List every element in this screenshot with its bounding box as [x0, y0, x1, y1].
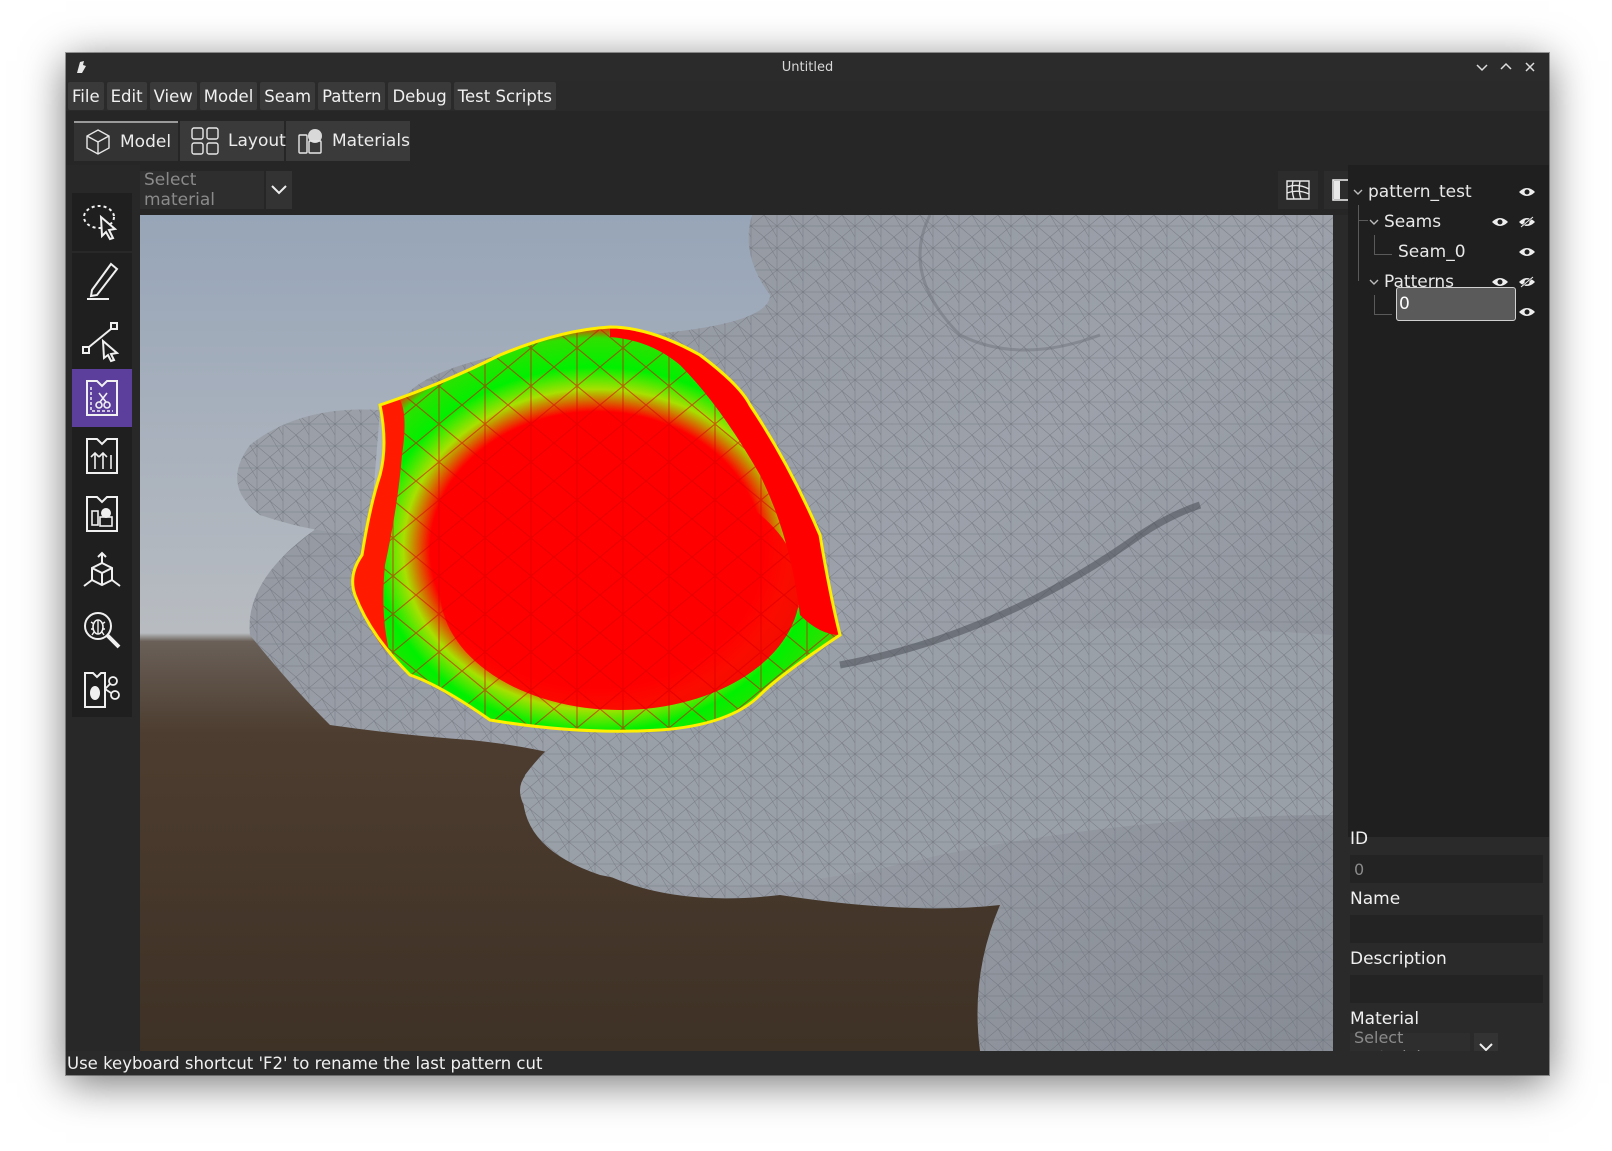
seam-tool-button[interactable]	[72, 311, 132, 369]
tree-item-seams[interactable]: Seams	[1368, 209, 1441, 235]
eye-icon[interactable]	[1491, 216, 1509, 228]
eye-icon[interactable]	[1518, 306, 1536, 318]
bug-pattern-icon	[84, 672, 120, 708]
pencil-icon	[87, 262, 119, 300]
cube-axes-icon	[83, 551, 121, 587]
menu-seam[interactable]: Seam	[260, 82, 316, 110]
name-field[interactable]	[1350, 915, 1543, 943]
window-title: Untitled	[781, 59, 834, 75]
menu-bar: File Edit View Model Seam Pattern Debug …	[66, 81, 1549, 111]
app-window: Untitled File Edit View Model Seam Patte…	[66, 53, 1549, 1075]
title-bar: Untitled	[66, 53, 1549, 81]
properties-panel: ID 0 Name Description Material Select ma…	[1348, 829, 1549, 1066]
tab-layout[interactable]: Layout	[180, 121, 286, 161]
viewport-material-select[interactable]: Select material	[140, 170, 264, 210]
pattern-cut-tool-button[interactable]	[72, 369, 132, 427]
tree-seam-0-label: Seam_0	[1398, 242, 1466, 262]
chevron-down-icon	[1353, 189, 1363, 195]
description-field[interactable]	[1350, 975, 1543, 1003]
pattern-grain-tool-button[interactable]	[72, 427, 132, 485]
tree-item-seam-0[interactable]: Seam_0	[1398, 239, 1466, 265]
debug-inspect-tool-button[interactable]	[72, 601, 132, 659]
tree-item-root[interactable]: pattern_test	[1352, 179, 1472, 205]
mesh-wireframe-toggle[interactable]	[1278, 171, 1318, 209]
eye-icon[interactable]	[1518, 246, 1536, 258]
tab-layout-label: Layout	[228, 131, 286, 151]
tree-connector	[1358, 221, 1368, 281]
chevron-down-icon	[271, 185, 287, 195]
tree-seams-label: Seams	[1384, 212, 1442, 232]
pattern-material-icon	[86, 496, 118, 532]
eye-hidden-icon[interactable]	[1518, 276, 1536, 288]
pattern-rename-input[interactable]: 0	[1396, 287, 1516, 321]
mesh-grid-icon	[1286, 180, 1310, 200]
material-label: Material	[1350, 1009, 1420, 1029]
path-cursor-icon	[82, 322, 120, 363]
grid-icon	[191, 127, 219, 155]
draw-tool-button[interactable]	[72, 253, 132, 311]
chevron-down-icon	[1369, 279, 1379, 285]
pattern-material-tool-button[interactable]	[72, 485, 132, 543]
scene-tree-panel: pattern_test Seams Seam_0 Patterns 0	[1348, 165, 1549, 837]
id-label: ID	[1350, 829, 1369, 849]
viewport-canvas[interactable]	[140, 215, 1333, 1051]
id-field: 0	[1350, 855, 1543, 883]
pattern-scissors-icon	[86, 380, 118, 416]
viewport-material-dropdown-button[interactable]	[266, 171, 292, 209]
tree-connector	[1374, 235, 1392, 255]
menu-pattern[interactable]: Pattern	[318, 82, 386, 110]
transform-tool-button[interactable]	[72, 543, 132, 601]
maximize-icon[interactable]	[1497, 58, 1515, 76]
tree-connector	[1358, 205, 1368, 221]
close-icon[interactable]	[1521, 58, 1539, 76]
menu-edit[interactable]: Edit	[106, 82, 147, 110]
menu-debug[interactable]: Debug	[388, 82, 451, 110]
bug-magnifier-icon	[84, 612, 121, 649]
mode-tab-bar: Model Layout Materials	[66, 111, 1549, 165]
materials-icon	[298, 129, 322, 154]
cube-icon	[86, 129, 110, 155]
menu-view[interactable]: View	[149, 82, 197, 110]
tab-model-label: Model	[120, 132, 172, 152]
tab-materials[interactable]: Materials	[286, 121, 410, 161]
debug-pattern-tool-button[interactable]	[72, 659, 132, 717]
tool-strip	[66, 165, 140, 1051]
description-label: Description	[1350, 949, 1447, 969]
tree-root-label: pattern_test	[1368, 182, 1472, 202]
minimize-icon[interactable]	[1473, 58, 1491, 76]
app-icon	[77, 61, 86, 73]
pattern-arrows-icon	[86, 438, 118, 474]
eye-icon[interactable]	[1518, 186, 1536, 198]
menu-model[interactable]: Model	[199, 82, 258, 110]
status-bar: Use keyboard shortcut 'F2' to rename the…	[66, 1051, 1549, 1075]
tree-connector	[1374, 295, 1392, 315]
select-tool-button[interactable]	[72, 193, 132, 251]
chevron-down-icon	[1369, 219, 1379, 225]
menu-test-scripts[interactable]: Test Scripts	[453, 82, 556, 110]
3d-viewport[interactable]	[140, 215, 1333, 1051]
tab-model[interactable]: Model	[74, 121, 178, 161]
viewport-toolbar: Select material	[140, 165, 1414, 215]
menu-file[interactable]: File	[68, 82, 104, 110]
name-label: Name	[1350, 889, 1401, 909]
eye-hidden-icon[interactable]	[1518, 216, 1536, 228]
tab-materials-label: Materials	[332, 131, 410, 151]
lasso-cursor-icon	[83, 205, 118, 241]
